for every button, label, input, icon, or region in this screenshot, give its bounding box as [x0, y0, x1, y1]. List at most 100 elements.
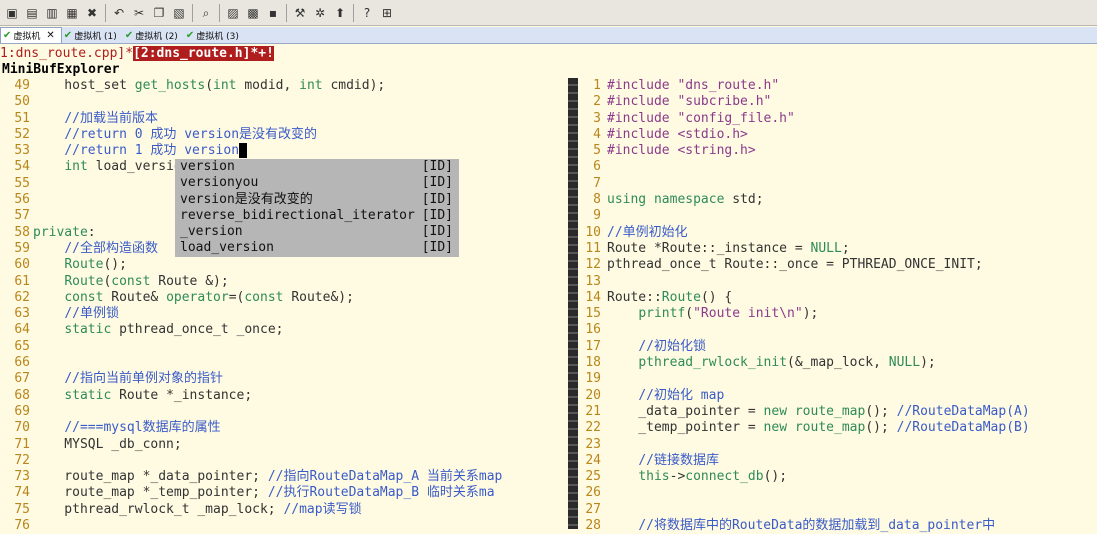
code-line[interactable]: 52 //return 0 成功 version是没有改变的: [0, 127, 568, 143]
code-line[interactable]: 26: [580, 485, 1097, 501]
code-line[interactable]: 75 pthread_rwlock_t _map_lock; //map读写锁: [0, 502, 568, 518]
buffer-tab-dns-route-h[interactable]: [2:dns_route.h]*+!: [133, 46, 274, 61]
completion-item[interactable]: reverse_bidirectional_iterator [ID]: [175, 208, 459, 224]
vm-tab[interactable]: ✔ 虚拟机 (3): [184, 28, 245, 43]
line-number: 52: [14, 126, 30, 142]
code-line[interactable]: 53 //return 1 成功 version: [0, 143, 568, 159]
buffer-tab-dns-route-cpp[interactable]: 1:dns_route.cpp]*: [0, 46, 133, 61]
code-line[interactable]: 67 //指向当前单例对象的指针: [0, 371, 568, 387]
find-icon[interactable]: ⌕: [198, 5, 214, 21]
code-line[interactable]: 13: [580, 274, 1097, 290]
completion-kind: [ID]: [421, 224, 453, 240]
code-line[interactable]: 76: [0, 518, 568, 534]
right-editor-pane[interactable]: 1 #include "dns_route.h" 2 #include "subcri…: [580, 78, 1097, 534]
code-line[interactable]: 63 //单例锁: [0, 306, 568, 322]
code-line[interactable]: 60 Route();: [0, 257, 568, 273]
code-line[interactable]: 25 this->connect_db();: [580, 469, 1097, 485]
completion-word: versionyou: [180, 175, 259, 191]
completion-item[interactable]: load_version [ID]: [175, 240, 459, 256]
left-editor-pane[interactable]: 49 host_set get_hosts(int modid, int cmd…: [0, 78, 568, 534]
code-line[interactable]: 68 static Route *_instance;: [0, 388, 568, 404]
jump-tag-icon[interactable]: ⬆: [332, 5, 348, 21]
vertical-split-bar[interactable]: [568, 78, 578, 529]
close-icon[interactable]: ✖: [84, 5, 100, 21]
code-line[interactable]: 19: [580, 371, 1097, 387]
line-number: 15: [585, 306, 601, 322]
line-text: int load_versio: [64, 159, 182, 175]
code-line[interactable]: 73 route_map *_data_pointer; //指向RouteDa…: [0, 469, 568, 485]
code-line[interactable]: 64 static pthread_once_t _once;: [0, 322, 568, 338]
copy-icon[interactable]: ❐: [151, 5, 167, 21]
completion-item[interactable]: _version [ID]: [175, 224, 459, 240]
code-line[interactable]: 14 Route::Route() {: [580, 290, 1097, 306]
save-all-icon[interactable]: ▥: [44, 5, 60, 21]
code-line[interactable]: 15 printf("Route init\n");: [580, 306, 1097, 322]
code-line[interactable]: 49 host_set get_hosts(int modid, int cmd…: [0, 78, 568, 94]
vm-tab[interactable]: ✔ 虚拟机 ✕: [0, 27, 62, 43]
code-line[interactable]: 7: [580, 176, 1097, 192]
code-line[interactable]: 4 #include <stdio.h>: [580, 127, 1097, 143]
cut-icon[interactable]: ✂: [131, 5, 147, 21]
completion-kind: [ID]: [421, 159, 453, 174]
open-icon[interactable]: ▣: [4, 5, 20, 21]
code-line[interactable]: 17 //初始化锁: [580, 339, 1097, 355]
line-text: //初始化 map: [638, 387, 725, 403]
print-icon[interactable]: ▦: [64, 5, 80, 21]
paste-icon[interactable]: ▧: [171, 5, 187, 21]
code-line[interactable]: 69: [0, 404, 568, 420]
code-line[interactable]: 24 //链接数据库: [580, 453, 1097, 469]
ctags-icon[interactable]: ✲: [312, 5, 328, 21]
line-text: MYSQL _db_conn;: [33, 436, 182, 452]
code-line[interactable]: 65: [0, 339, 568, 355]
vm-tab[interactable]: ✔ 虚拟机 (2): [123, 28, 184, 43]
save-icon[interactable]: ▤: [24, 5, 40, 21]
code-line[interactable]: 22 _temp_pointer = new route_map(); //Ro…: [580, 420, 1097, 436]
code-line[interactable]: 3 #include "config_file.h": [580, 111, 1097, 127]
code-line[interactable]: 12 pthread_once_t Route::_once = PTHREAD_…: [580, 257, 1097, 273]
code-line[interactable]: 21 _data_pointer = new route_map(); //Ro…: [580, 404, 1097, 420]
completion-item[interactable]: version [ID]: [175, 159, 459, 175]
code-line[interactable]: 8 using namespace std;: [580, 192, 1097, 208]
code-line[interactable]: 6: [580, 159, 1097, 175]
line-text: //全部构造函数: [64, 240, 158, 256]
save-session-icon[interactable]: ▩: [245, 5, 261, 21]
code-line[interactable]: 9: [580, 208, 1097, 224]
toolbar-separator: [286, 3, 287, 22]
line-number: 5: [593, 143, 601, 159]
make-icon[interactable]: ⚒: [292, 5, 308, 21]
code-line[interactable]: 70 //===mysql数据库的属性: [0, 420, 568, 436]
code-line[interactable]: 28 //将数据库中的RouteData的数据加载到_data_pointer中: [580, 518, 1097, 534]
load-session-icon[interactable]: ▨: [225, 5, 241, 21]
line-number: 63: [14, 306, 30, 322]
code-line[interactable]: 66: [0, 355, 568, 371]
code-line[interactable]: 74 route_map *_temp_pointer; //执行RouteDa…: [0, 485, 568, 501]
run-script-icon[interactable]: ▪: [265, 5, 281, 21]
vm-tab[interactable]: ✔ 虚拟机 (1): [62, 28, 123, 43]
code-line[interactable]: 62 const Route& operator=(const Route&);: [0, 290, 568, 306]
code-line[interactable]: 72: [0, 453, 568, 469]
completion-item[interactable]: version是没有改变的 [ID]: [175, 192, 459, 208]
code-line[interactable]: 61 Route(const Route &);: [0, 274, 568, 290]
line-number: 3: [593, 110, 601, 126]
code-line[interactable]: 2 #include "subcribe.h": [580, 94, 1097, 110]
help-icon[interactable]: ?: [359, 5, 375, 21]
code-line[interactable]: 10 //单例初始化: [580, 225, 1097, 241]
code-line[interactable]: 27: [580, 502, 1097, 518]
code-line[interactable]: 50: [0, 94, 568, 110]
line-text: Route::Route() {: [607, 289, 733, 305]
code-line[interactable]: 11 Route *Route::_instance = NULL;: [580, 241, 1097, 257]
code-line[interactable]: 71 MYSQL _db_conn;: [0, 437, 568, 453]
code-line[interactable]: 51 //加载当前版本: [0, 111, 568, 127]
completion-item[interactable]: versionyou [ID]: [175, 175, 459, 191]
close-tab-icon[interactable]: ✕: [46, 30, 54, 41]
code-line[interactable]: 20 //初始化 map: [580, 388, 1097, 404]
line-text: [601, 274, 607, 289]
code-line[interactable]: 23: [580, 437, 1097, 453]
code-line[interactable]: 18 pthread_rwlock_init(&_map_lock, NULL)…: [580, 355, 1097, 371]
find-help-icon[interactable]: ⊞: [379, 5, 395, 21]
code-line[interactable]: 5 #include <string.h>: [580, 143, 1097, 159]
line-number: 21: [585, 403, 601, 419]
code-line[interactable]: 16: [580, 322, 1097, 338]
code-line[interactable]: 1 #include "dns_route.h": [580, 78, 1097, 94]
undo-icon[interactable]: ↶: [111, 5, 127, 21]
